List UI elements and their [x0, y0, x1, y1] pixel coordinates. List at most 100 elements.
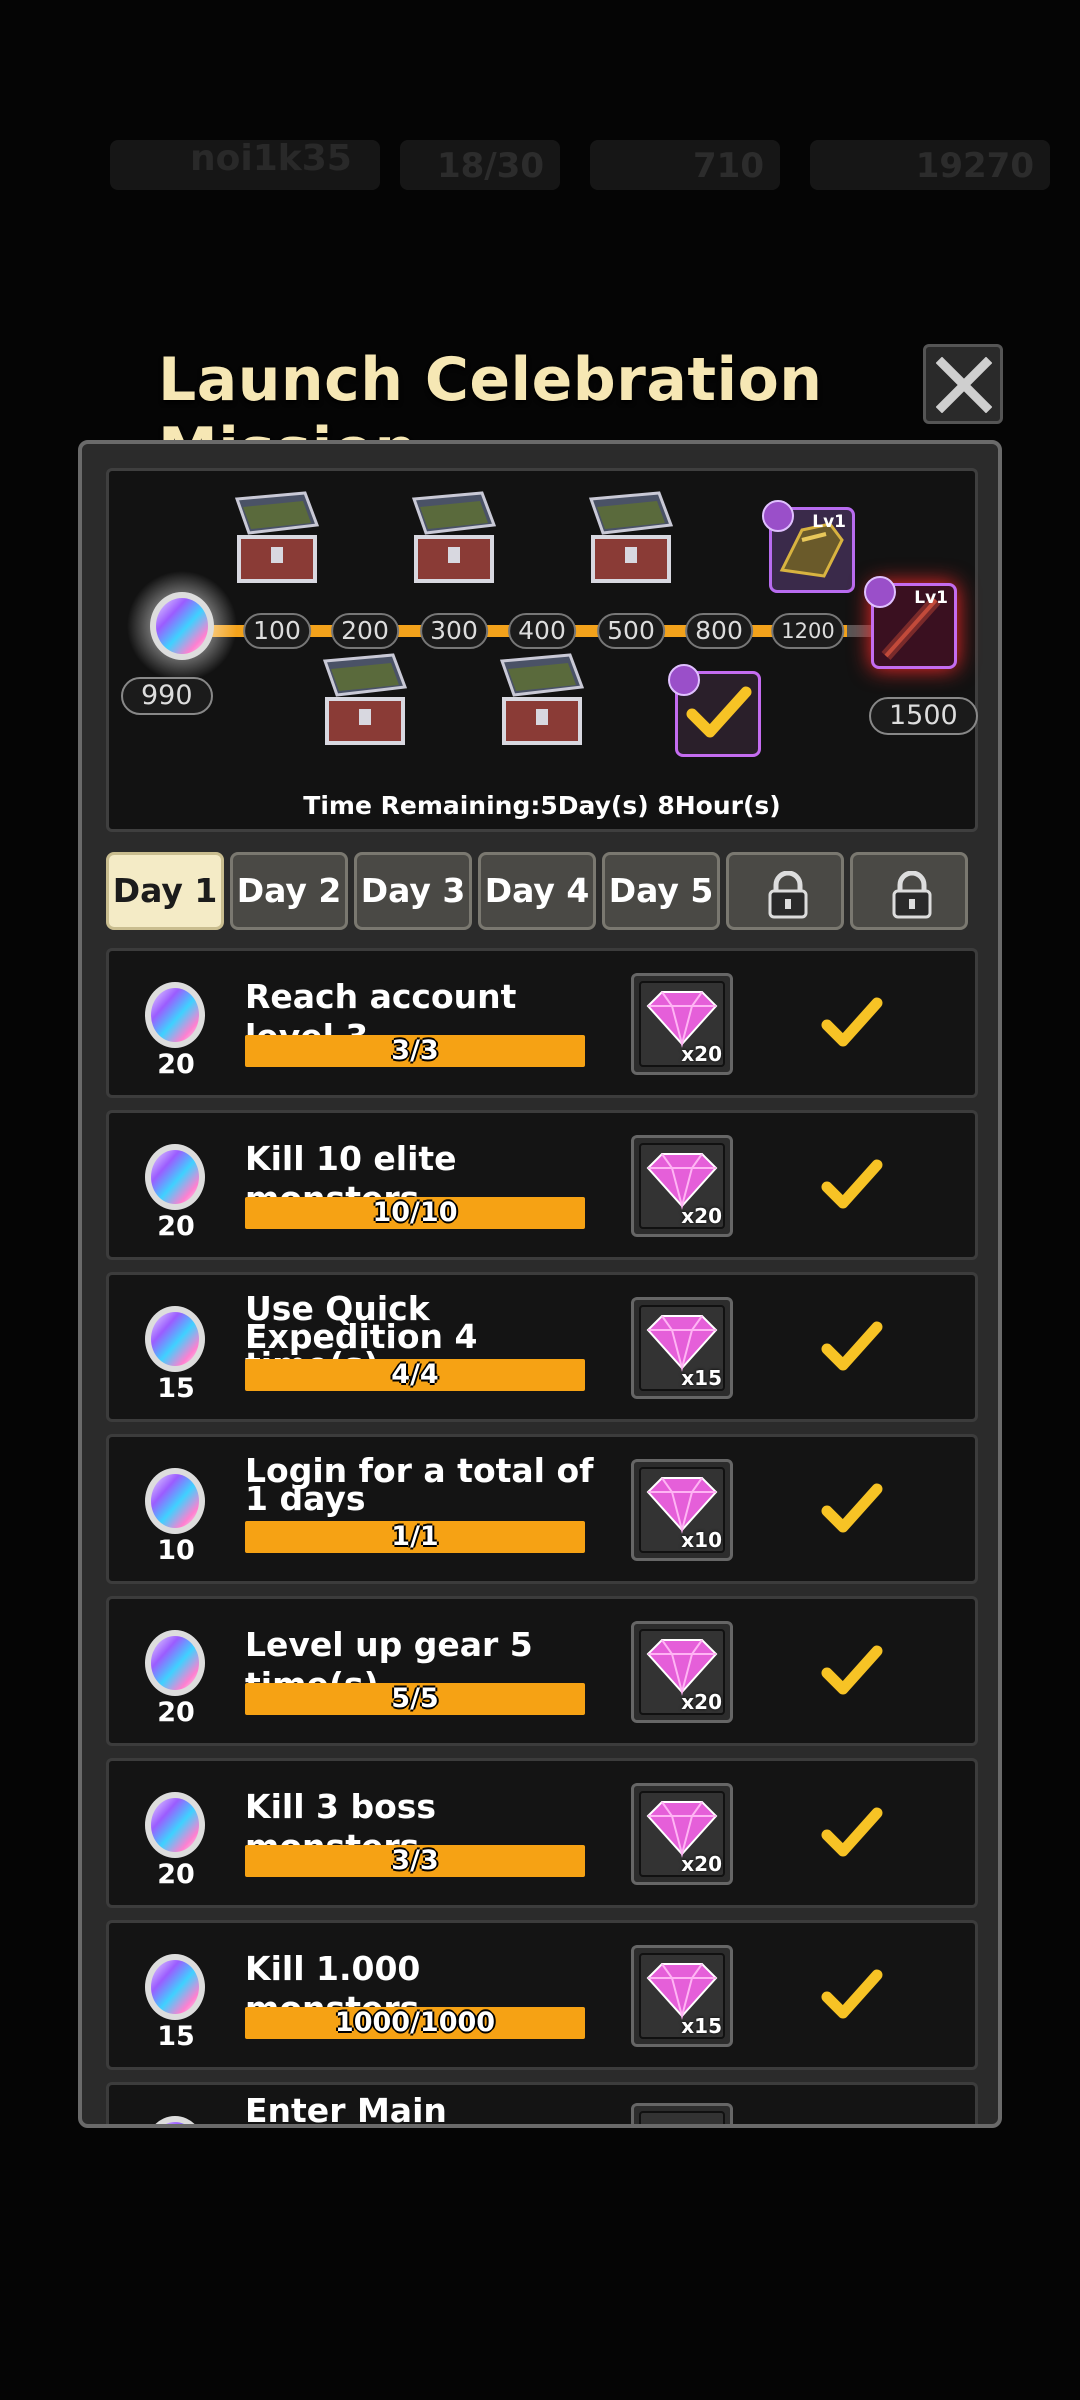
milestone-label: 1200 [771, 613, 845, 649]
mission-points: 20 [157, 1211, 195, 1242]
points-gem-icon [145, 1954, 205, 2020]
points-gem-icon [145, 982, 205, 1048]
final-milestone: 1500 [869, 697, 978, 735]
gem-reward[interactable]: x20 [631, 1783, 733, 1885]
tab-day-3[interactable]: Day 3 [354, 852, 472, 930]
mission-progress: 5/5 [245, 1683, 585, 1715]
chest-icon[interactable] [492, 651, 592, 751]
milestone-label: 200 [331, 613, 399, 649]
mission-progress: 1000/1000 [245, 2007, 585, 2039]
milestone-label: 500 [597, 613, 665, 649]
diamond-icon [646, 1153, 718, 1210]
resource-3-value: 19270 [915, 146, 1034, 186]
mission-list: 20 Reach account level 3 3/3 x20 20 Kil [106, 948, 978, 2124]
resource-2-value: 710 [693, 146, 764, 186]
diamond-icon [646, 1639, 718, 1696]
chest-icon[interactable] [315, 651, 415, 751]
mission-points: 15 [157, 2021, 195, 2052]
reward-level: Lv1 [812, 512, 846, 532]
close-button[interactable] [923, 344, 1003, 424]
chest-icon[interactable] [227, 489, 327, 589]
points-gem-icon [145, 1144, 205, 1210]
mission-progress: 1/1 [245, 1521, 585, 1553]
mission-panel: 990 100 200 300 400 500 800 1200 Lv1 Lv1… [78, 440, 1002, 2128]
reward-quantity: x15 [681, 1366, 722, 1390]
class-badge-icon [762, 500, 794, 532]
resource-pill-2: 710 [590, 140, 780, 190]
chest-icon[interactable] [404, 489, 504, 589]
reward-level: Lv1 [914, 588, 948, 608]
mission-row: 15 Kill 1.000 monsters 1000/1000 x15 [106, 1920, 978, 2070]
diamond-icon [646, 1801, 718, 1858]
check-icon [821, 1321, 883, 1371]
gauntlet-reward-card[interactable]: Lv1 [762, 500, 855, 593]
diamond-icon [646, 991, 718, 1048]
milestone-label: 800 [685, 613, 753, 649]
gem-reward[interactable]: x20 [631, 1621, 733, 1723]
mission-points: 20 [157, 1049, 195, 1080]
mission-row: 20 Kill 3 boss monsters 3/3 x20 [106, 1758, 978, 1908]
chest-icon[interactable] [581, 489, 681, 589]
check-icon [821, 1483, 883, 1533]
sword-reward-card[interactable]: Lv1 [864, 576, 957, 669]
check-icon [821, 1159, 883, 1209]
points-gem-icon [145, 1630, 205, 1696]
points-gem-icon [127, 571, 237, 681]
tab-day-1[interactable]: Day 1 [106, 852, 224, 930]
mission-row: Enter Main Chapter 2 [106, 2082, 978, 2124]
tab-day-7-locked[interactable] [850, 852, 968, 930]
check-icon [821, 1969, 883, 2019]
diamond-icon [646, 1315, 718, 1372]
milestone-progress: 990 100 200 300 400 500 800 1200 Lv1 Lv1… [106, 468, 978, 832]
check-icon [821, 1807, 883, 1857]
reward-quantity: x20 [681, 1690, 722, 1714]
mission-points: 15 [157, 1373, 195, 1404]
class-badge-icon [864, 576, 896, 608]
mission-progress: 3/3 [245, 1035, 585, 1067]
diamond-icon [646, 1963, 718, 2020]
mission-progress: 10/10 [245, 1197, 585, 1229]
mission-points: 20 [157, 1697, 195, 1728]
tab-day-4[interactable]: Day 4 [478, 852, 596, 930]
gem-reward[interactable]: x20 [631, 973, 733, 1075]
time-remaining: Time Remaining:5Day(s) 8Hour(s) [303, 791, 781, 820]
resource-1-value: 18/30 [436, 146, 544, 186]
reward-quantity: x20 [681, 1852, 722, 1876]
reward-quantity: x15 [681, 2014, 722, 2038]
reward-quantity: x20 [681, 1204, 722, 1228]
mission-row: 20 Level up gear 5 time(s) 5/5 x20 [106, 1596, 978, 1746]
current-points: 990 [121, 677, 213, 715]
player-name: noi1k35 [190, 138, 352, 179]
mission-row: 15 Use Quick Expedition 4 time(s) 4/4 x1… [106, 1272, 978, 1422]
armor-reward-card-claimed [668, 664, 761, 757]
lock-icon [768, 871, 808, 919]
milestone-label: 400 [508, 613, 576, 649]
mission-points: 10 [157, 1535, 195, 1566]
mission-row: 20 Reach account level 3 3/3 x20 [106, 948, 978, 1098]
mission-progress: 4/4 [245, 1359, 585, 1391]
class-badge-icon [668, 664, 700, 696]
background-hud: noi1k35 18/30 710 19270 [0, 130, 1080, 200]
resource-pill-3: 19270 [810, 140, 1050, 190]
check-icon [821, 997, 883, 1047]
mission-progress: 3/3 [245, 1845, 585, 1877]
gem-reward[interactable]: x15 [631, 1945, 733, 2047]
milestone-label: 100 [243, 613, 311, 649]
resource-pill-1: 18/30 [400, 140, 560, 190]
tab-day-6-locked[interactable] [726, 852, 844, 930]
points-gem-icon [145, 1468, 205, 1534]
points-gem-icon [145, 1792, 205, 1858]
reward-quantity: x20 [681, 1042, 722, 1066]
gem-reward[interactable]: x10 [631, 1459, 733, 1561]
gem-reward[interactable] [631, 2103, 733, 2124]
tab-day-5[interactable]: Day 5 [602, 852, 720, 930]
mission-row: 10 Login for a total of 1 days 1/1 x10 [106, 1434, 978, 1584]
milestone-label: 300 [420, 613, 488, 649]
points-gem-icon [145, 1306, 205, 1372]
tab-day-2[interactable]: Day 2 [230, 852, 348, 930]
gem-reward[interactable]: x20 [631, 1135, 733, 1237]
close-icon [936, 357, 992, 413]
gem-reward[interactable]: x15 [631, 1297, 733, 1399]
mission-points: 20 [157, 1859, 195, 1890]
lock-icon [892, 871, 932, 919]
